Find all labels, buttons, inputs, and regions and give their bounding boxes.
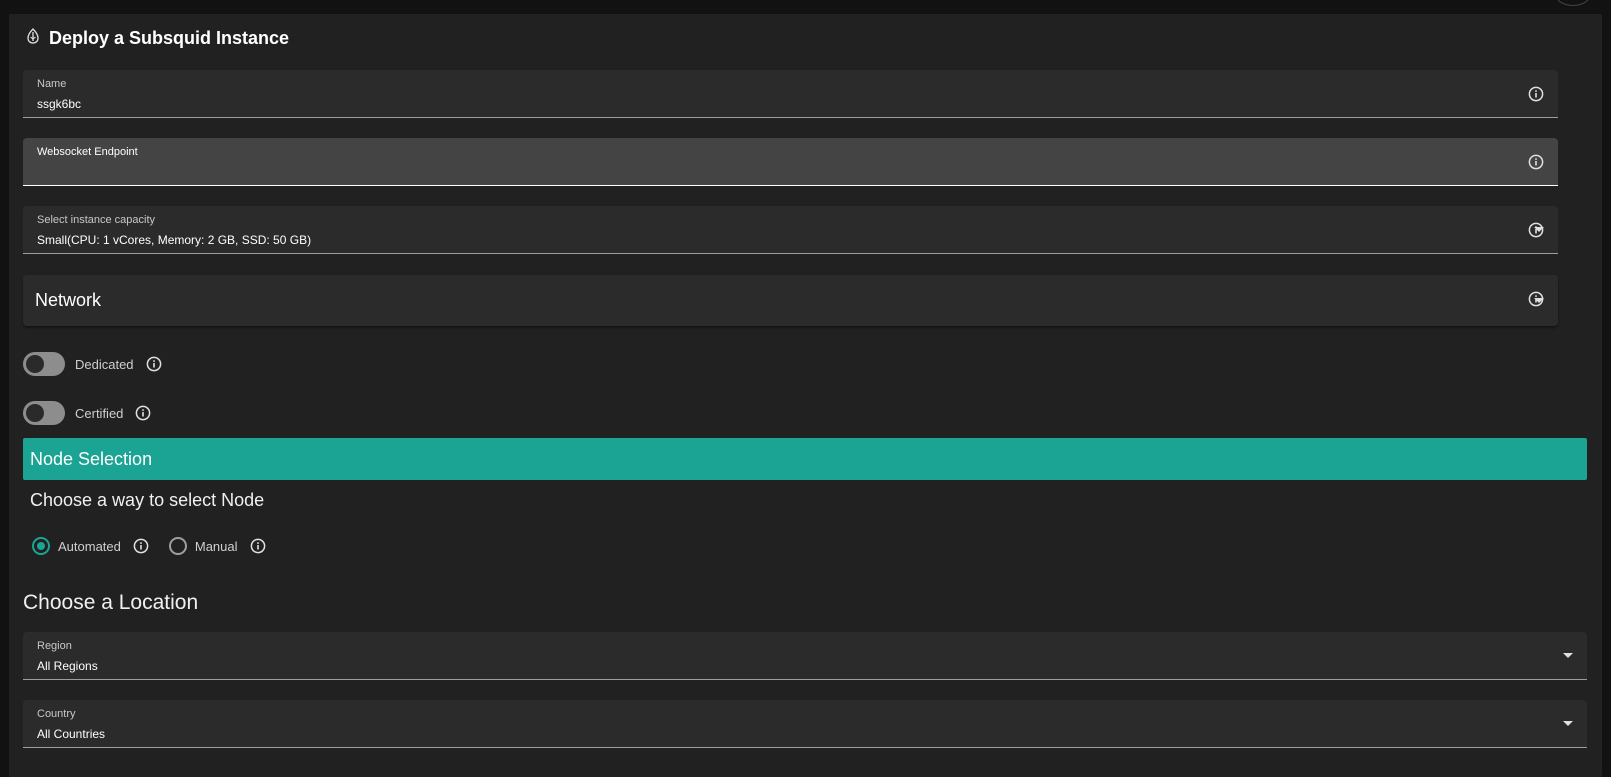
location-title: Choose a Location	[23, 591, 199, 614]
automated-radio[interactable]	[32, 537, 50, 555]
region-label: Region	[37, 640, 72, 652]
chevron-down-icon[interactable]	[1563, 721, 1573, 726]
toggle-knob	[26, 404, 44, 422]
node-selection-title: Node Selection	[30, 449, 153, 469]
dedicated-row: Dedicated	[23, 352, 162, 376]
dedicated-label: Dedicated	[75, 356, 134, 372]
network-select[interactable]: Network	[23, 275, 1558, 326]
info-icon[interactable]	[1528, 222, 1544, 238]
instance-capacity-select[interactable]: Select instance capacity Small(CPU: 1 vC…	[23, 206, 1558, 254]
info-icon[interactable]	[250, 538, 266, 554]
certified-label: Certified	[75, 405, 124, 421]
network-label: Network	[35, 290, 102, 310]
websocket-endpoint-label: Websocket Endpoint	[37, 146, 138, 158]
deploy-card: Deploy a Subsquid Instance Name ssgk6bc …	[9, 14, 1602, 777]
country-value: All Countries	[37, 727, 106, 741]
top-bar	[0, 0, 1611, 14]
websocket-endpoint-field[interactable]: Websocket Endpoint	[23, 138, 1558, 186]
subsquid-logo-icon	[26, 27, 40, 49]
dedicated-toggle[interactable]	[23, 352, 65, 376]
info-icon[interactable]	[146, 356, 162, 372]
info-icon[interactable]	[1528, 154, 1544, 170]
info-icon[interactable]	[1528, 86, 1544, 102]
automated-label[interactable]: Automated	[58, 539, 121, 554]
instance-capacity-value: Small(CPU: 1 vCores, Memory: 2 GB, SSD: …	[37, 233, 312, 247]
info-icon[interactable]	[133, 538, 149, 554]
region-select[interactable]: Region All Regions	[23, 632, 1587, 680]
chevron-down-icon[interactable]	[1563, 653, 1573, 658]
toggle-knob	[26, 355, 44, 373]
name-label: Name	[37, 78, 67, 90]
manual-radio[interactable]	[168, 537, 187, 555]
avatar[interactable]	[1555, 0, 1591, 6]
country-select[interactable]: Country All Countries	[23, 700, 1587, 748]
info-icon[interactable]	[135, 405, 151, 421]
region-value: All Regions	[37, 659, 98, 673]
info-icon[interactable]	[1528, 291, 1544, 307]
page-title: Deploy a Subsquid Instance	[26, 26, 289, 50]
country-label: Country	[37, 708, 76, 720]
certified-toggle[interactable]	[23, 401, 65, 425]
instance-capacity-label: Select instance capacity	[37, 214, 156, 226]
manual-label[interactable]: Manual	[195, 539, 238, 554]
name-field[interactable]: Name ssgk6bc	[23, 70, 1558, 118]
node-selection-prompt: Choose a way to select Node	[30, 490, 265, 510]
node-selection-options: Automated Manual	[32, 534, 266, 558]
node-selection-banner: Node Selection	[23, 438, 1587, 480]
certified-row: Certified	[23, 401, 151, 425]
page-title-text: Deploy a Subsquid Instance	[49, 27, 290, 48]
name-value[interactable]: ssgk6bc	[37, 97, 81, 111]
